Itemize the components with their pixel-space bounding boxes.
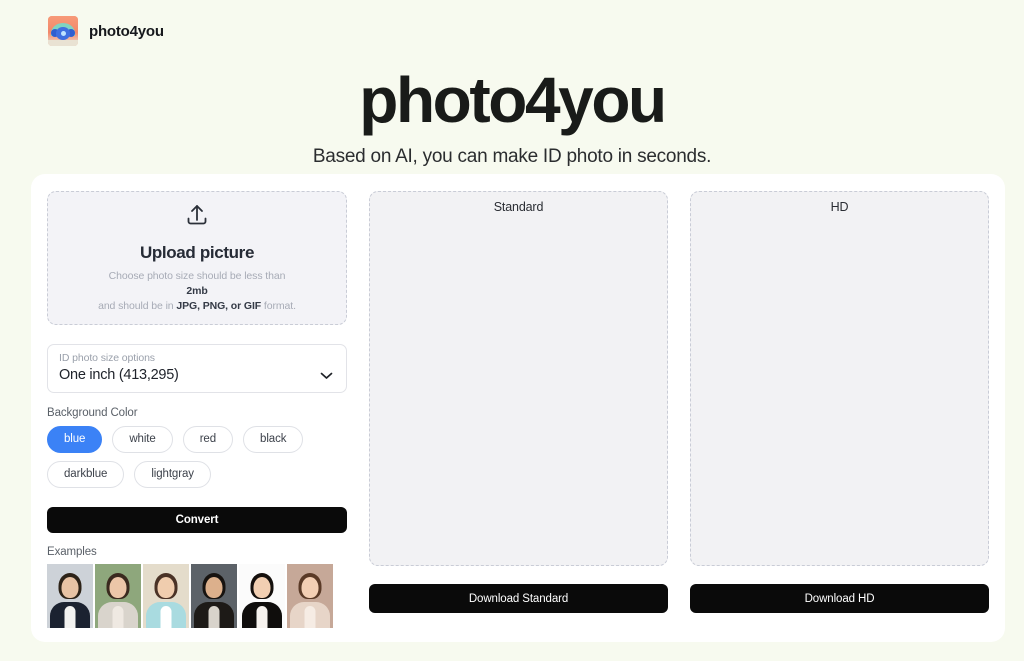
example-thumbnail[interactable] (47, 564, 93, 628)
background-color-options: blue white red black darkblue lightgray (47, 425, 337, 488)
example-thumbnail[interactable] (239, 564, 285, 628)
preview-column-standard: Standard Download Standard (369, 191, 668, 628)
bg-color-chip-lightgray[interactable]: lightgray (134, 460, 211, 488)
bg-color-chip-blue[interactable]: blue (47, 425, 103, 453)
convert-button[interactable]: Convert (47, 506, 347, 533)
upload-title: Upload picture (139, 243, 255, 263)
bg-color-chip-white[interactable]: white (112, 425, 173, 453)
brand-bar: photo4you (48, 14, 164, 48)
download-standard-button[interactable]: Download Standard (369, 584, 668, 613)
hero-section: photo4you Based on AI, you can make ID p… (0, 63, 1024, 169)
preview-area-standard[interactable]: Standard (369, 191, 668, 566)
upload-hint: Choose photo size should be less than 2m… (98, 269, 296, 314)
bg-color-chip-red[interactable]: red (182, 425, 234, 453)
bg-color-chip-label: blue (64, 433, 86, 446)
preview-columns: Standard Download Standard HD Download H… (369, 188, 989, 628)
bg-color-chip-label: darkblue (64, 468, 108, 481)
preview-title-standard: Standard (493, 200, 544, 214)
photo-size-select-label: ID photo size options (59, 352, 155, 365)
example-thumbnail[interactable] (287, 564, 333, 628)
example-thumbnail[interactable] (191, 564, 237, 628)
bg-color-chip-black[interactable]: black (243, 425, 304, 453)
background-color-label: Background Color (47, 406, 138, 419)
controls-column: Upload picture Choose photo size should … (45, 188, 347, 628)
examples-gallery (47, 564, 347, 628)
chevron-down-icon (320, 367, 333, 385)
example-thumbnail[interactable] (95, 564, 141, 628)
upload-hint-suffix: format. (261, 300, 296, 313)
bg-color-chip-darkblue[interactable]: darkblue (47, 460, 125, 488)
example-thumbnail[interactable] (143, 564, 189, 628)
bg-color-chip-label: black (260, 433, 287, 446)
page-subtitle: Based on AI, you can make ID photo in se… (312, 146, 712, 167)
examples-label: Examples (47, 546, 97, 558)
bg-color-chip-label: lightgray (151, 468, 194, 481)
upload-hint-line1: Choose photo size should be less than (108, 270, 286, 283)
preview-title-hd: HD (830, 200, 849, 214)
upload-dropzone[interactable]: Upload picture Choose photo size should … (47, 191, 347, 326)
preview-column-hd: HD Download HD (690, 191, 989, 628)
flower-photo-logo-icon (48, 16, 78, 46)
upload-arrow-icon (184, 202, 210, 233)
bg-color-chip-label: red (199, 433, 217, 446)
upload-max-size: 2mb (186, 285, 208, 298)
photo-size-select-value: One inch (413,295) (59, 367, 179, 384)
photo-size-select[interactable]: ID photo size options One inch (413,295) (47, 344, 347, 393)
preview-area-hd[interactable]: HD (690, 191, 989, 566)
main-card: Upload picture Choose photo size should … (31, 174, 1005, 642)
upload-allowed-formats: JPG, PNG, or GIF (176, 300, 262, 313)
brand-name: photo4you (89, 22, 164, 40)
upload-hint-prefix: and should be in (98, 300, 177, 313)
download-hd-button[interactable]: Download HD (690, 584, 989, 613)
bg-color-chip-label: white (129, 433, 156, 446)
page-title: photo4you (359, 64, 667, 136)
